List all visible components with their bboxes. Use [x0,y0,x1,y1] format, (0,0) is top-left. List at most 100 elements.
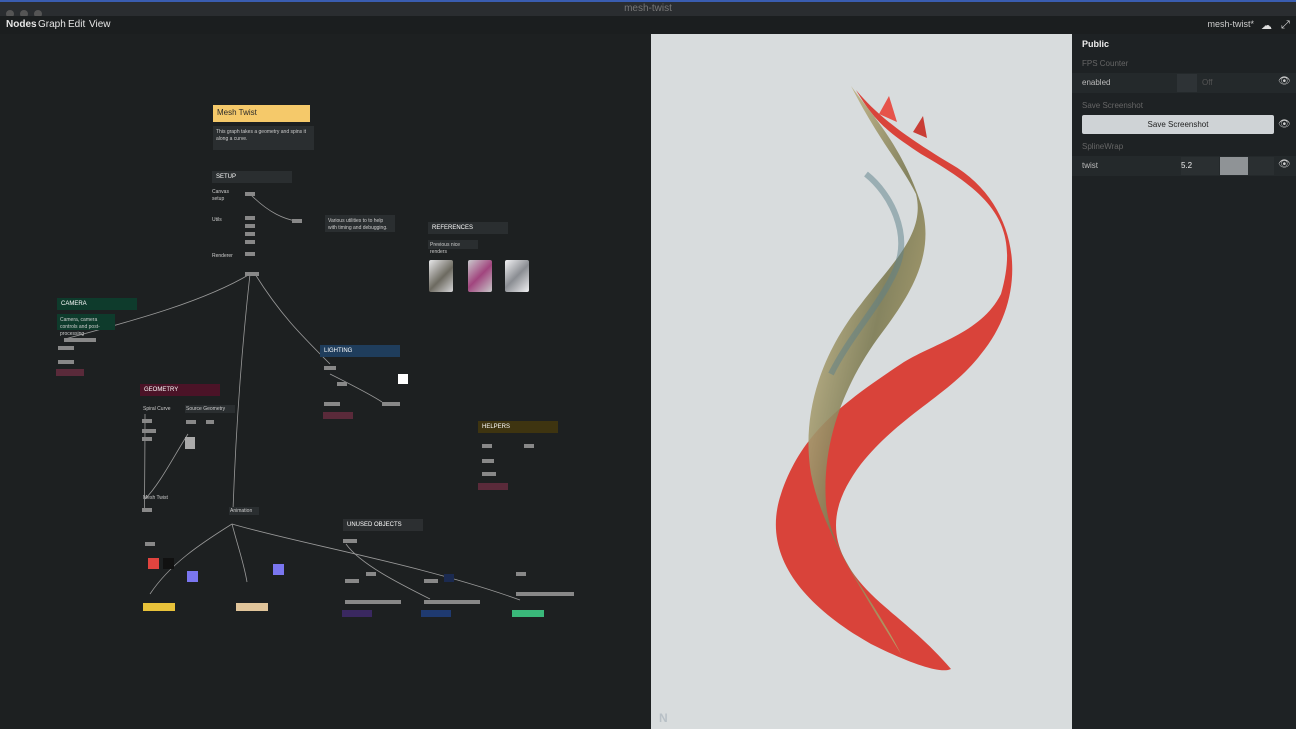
color-swatch-violet[interactable] [273,564,284,575]
graph-node[interactable] [516,572,526,576]
twisted-mesh-render [775,86,1013,671]
graph-node[interactable] [142,437,152,441]
graph-node[interactable] [482,459,494,463]
output-node[interactable] [143,603,175,611]
references-note[interactable]: Previous nice renders [428,240,478,255]
app-watermark-logo: N [659,711,668,725]
graph-node[interactable] [245,252,255,256]
graph-node[interactable] [343,539,357,543]
renderer-label: Renderer [212,253,233,259]
animation-label: Animation [229,507,259,515]
window-title: mesh-twist [624,3,672,14]
output-node[interactable] [56,369,84,376]
fullscreen-icon[interactable]: ⤢ [1281,19,1290,32]
mesh-twist-label: Mesh Twist [143,495,168,501]
graph-node[interactable] [337,382,347,386]
render-viewport[interactable]: N [651,34,1072,729]
graph-node[interactable] [524,444,534,448]
eye-icon[interactable]: 👁 [1278,76,1291,87]
source-geometry-label: Source Geometry [185,405,235,413]
reference-render-thumbnail[interactable] [468,260,492,292]
graph-node[interactable] [245,272,259,276]
graph-node[interactable] [245,192,255,196]
graph-node[interactable] [324,402,340,406]
color-swatch-violet[interactable] [187,571,198,582]
eye-icon[interactable]: 👁 [1278,159,1291,170]
graph-node[interactable] [142,419,152,423]
color-swatch-red[interactable] [148,558,159,569]
group-setup-header[interactable]: SETUP [212,171,292,183]
fps-enabled-value[interactable]: Off [1202,78,1213,87]
output-node[interactable] [236,603,268,611]
group-geometry-header[interactable]: GEOMETRY [140,384,220,396]
cloud-icon[interactable]: ☁ [1261,19,1272,32]
save-screenshot-button[interactable]: Save Screenshot [1082,115,1274,134]
node-graph-canvas[interactable]: Mesh Twist This graph takes a geometry a… [0,34,651,729]
graph-node[interactable] [516,592,574,596]
menu-view[interactable]: View [89,19,111,30]
graph-node[interactable] [424,579,438,583]
camera-note[interactable]: Camera, camera controls and post-process… [57,314,115,337]
graph-node[interactable] [424,600,480,604]
eye-icon[interactable]: 👁 [1278,119,1291,130]
graph-node[interactable] [245,224,255,228]
graph-node[interactable] [142,508,152,512]
setup-utilities-note[interactable]: Various utilities to to help with timing… [325,215,395,232]
panel-heading: Public [1082,39,1110,49]
graph-node[interactable] [206,420,214,424]
graph-node[interactable] [245,240,255,244]
graph-description-note[interactable]: This graph takes a geometry and spins it… [213,126,314,150]
reference-render-thumbnail[interactable] [429,260,453,292]
texture-node[interactable] [185,437,195,449]
graph-node[interactable] [142,429,156,433]
menubar: Nodes Graph Edit View mesh-twist* ☁ ⤢ [0,16,1296,34]
document-name: mesh-twist* [1207,19,1254,29]
graph-node[interactable] [324,366,336,370]
graph-node[interactable] [292,219,302,223]
graph-node[interactable] [366,572,376,576]
color-swatch-black[interactable] [163,558,174,569]
twist-label: twist [1082,161,1098,170]
graph-node[interactable] [345,600,401,604]
spiral-curve-label: Spiral Curve [143,406,171,412]
menu-edit[interactable]: Edit [68,19,85,30]
fps-enabled-row: enabled Off 👁 [1072,73,1296,93]
fps-enabled-toggle[interactable] [1177,74,1197,92]
graph-node[interactable] [58,360,74,364]
fps-enabled-label: enabled [1082,78,1111,87]
group-unused-header[interactable]: UNUSED OBJECTS [343,519,423,531]
graph-node[interactable] [482,444,492,448]
graph-node[interactable] [245,232,255,236]
group-lighting-header[interactable]: LIGHTING [320,345,400,357]
graph-node[interactable] [345,579,359,583]
graph-node[interactable] [58,346,74,350]
graph-title-note[interactable]: Mesh Twist [213,105,310,122]
graph-node[interactable] [245,216,255,220]
menu-graph[interactable]: Graph [38,19,66,30]
group-helpers-header[interactable]: HELPERS [478,421,558,433]
graph-node[interactable] [145,542,155,546]
twist-value-input[interactable]: 5.2 [1181,157,1219,175]
graph-node[interactable] [382,402,400,406]
output-node[interactable] [478,483,508,490]
twist-slider-fill [1220,157,1249,175]
group-references-header[interactable]: REFERENCES [428,222,508,234]
graph-node[interactable] [64,338,96,342]
output-node[interactable] [421,610,451,617]
graph-node[interactable] [186,420,196,424]
output-node[interactable] [342,610,372,617]
group-camera-header[interactable]: CAMERA [57,298,137,310]
twist-slider[interactable] [1220,157,1274,175]
properties-panel: Public FPS Counter enabled Off 👁 Save Sc… [1072,34,1296,729]
color-swatch-white[interactable] [398,374,408,384]
graph-wires [64,193,521,601]
color-swatch-navy[interactable] [444,574,454,582]
output-node[interactable] [512,610,544,617]
fps-counter-section: FPS Counter [1082,59,1129,68]
output-node[interactable] [323,412,353,419]
window-titlebar: mesh-twist [0,0,1296,18]
canvas-setup-label: Canvas setup [212,189,229,202]
menu-nodes[interactable]: Nodes [6,19,37,30]
reference-render-thumbnail[interactable] [505,260,529,292]
graph-node[interactable] [482,472,496,476]
